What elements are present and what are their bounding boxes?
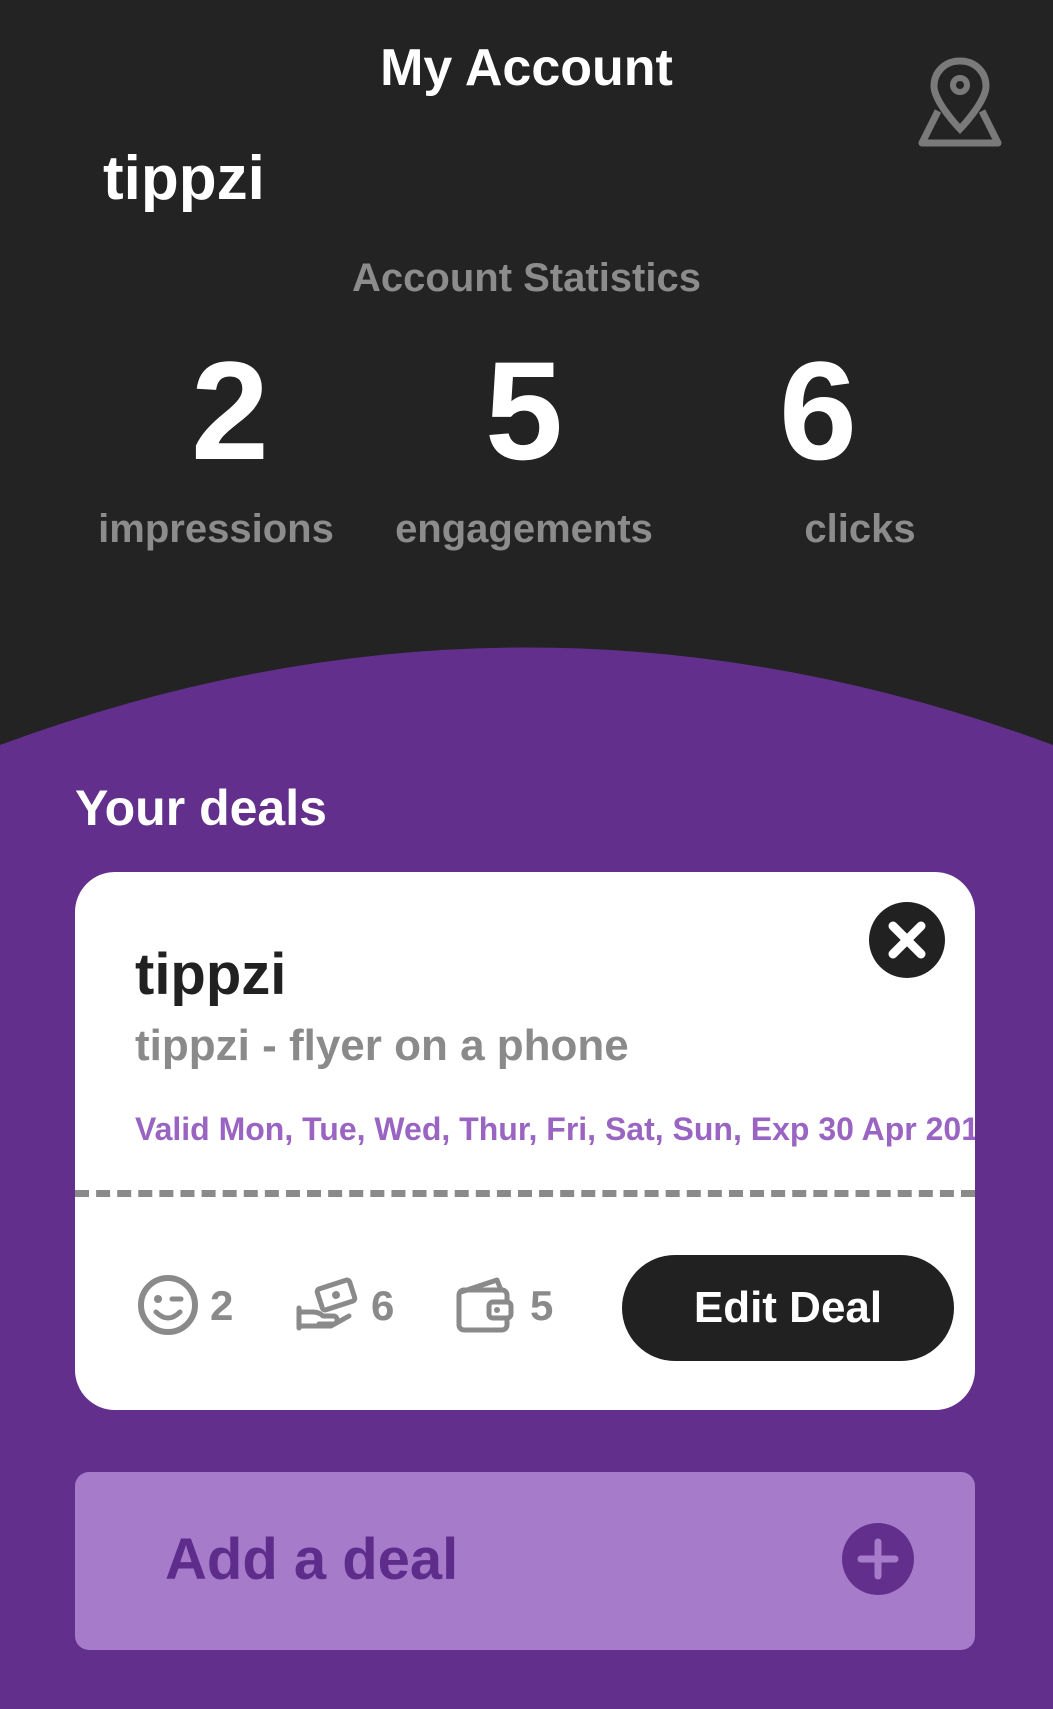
- account-name: tippzi: [103, 144, 265, 213]
- metric-value: 6: [371, 1282, 395, 1329]
- account-statistics-title: Account Statistics: [352, 256, 701, 300]
- map-location-button[interactable]: [914, 55, 1006, 151]
- deal-title: tippzi: [135, 942, 287, 1007]
- coupon-divider: [75, 1190, 975, 1197]
- metric-value: 5: [530, 1282, 554, 1329]
- plus-circle-icon: [842, 1523, 914, 1595]
- map-pin-icon: [918, 57, 1002, 147]
- clicks-count: 6: [779, 332, 857, 489]
- impressions-count: 2: [191, 332, 269, 489]
- money-hand-icon: [296, 1277, 358, 1331]
- deal-subtitle: tippzi - flyer on a phone: [135, 1021, 629, 1070]
- deal-validity: Valid Mon, Tue, Wed, Thur, Fri, Sat, Sun…: [135, 1111, 975, 1147]
- engagements-label: engagements: [395, 507, 653, 551]
- page-title: My Account: [380, 39, 673, 97]
- add-deal-button[interactable]: Add a deal: [75, 1472, 975, 1650]
- your-deals-heading: Your deals: [75, 780, 327, 836]
- metric-value: 2: [210, 1282, 234, 1329]
- delete-deal-button[interactable]: [869, 902, 945, 978]
- add-deal-label: Add a deal: [165, 1527, 459, 1592]
- engagements-count: 5: [485, 332, 563, 489]
- impressions-label: impressions: [98, 507, 334, 551]
- deal-card: tippzi tippzi - flyer on a phone Valid M…: [75, 872, 975, 1410]
- wink-face-icon: [138, 1275, 198, 1335]
- edit-deal-button[interactable]: Edit Deal: [622, 1255, 954, 1361]
- wallet-icon: [456, 1277, 514, 1333]
- clicks-label: clicks: [804, 507, 916, 551]
- close-icon: [869, 902, 945, 978]
